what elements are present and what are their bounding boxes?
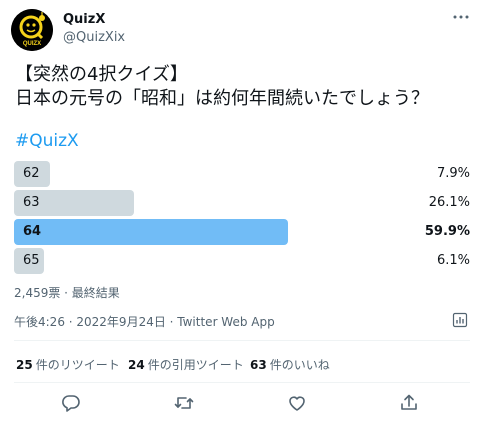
author-handle[interactable]: @QuizXix — [63, 30, 125, 45]
poll-option-percent: 26.1% — [428, 195, 470, 210]
quizx-logo: QUIZX — [11, 9, 53, 51]
avatar[interactable]: QUIZX — [11, 9, 53, 51]
poll-bar — [14, 219, 288, 245]
share-icon[interactable] — [398, 392, 420, 414]
poll-option-label: 62 — [23, 166, 40, 181]
poll-option-winner: 64 59.9% — [14, 219, 472, 245]
reply-icon[interactable] — [60, 392, 82, 414]
retweet-icon[interactable] — [173, 392, 195, 414]
quotes-count: 24 — [128, 358, 145, 372]
quotes-stat[interactable]: 24 件の引用ツイート — [128, 356, 244, 373]
poll-option-label: 63 — [23, 195, 40, 210]
divider — [14, 382, 470, 383]
likes-label: 件のいいね — [269, 358, 330, 372]
likes-count: 63 — [250, 358, 267, 372]
hashtag-link[interactable]: #QuizX — [15, 131, 79, 151]
poll-option: 62 7.9% — [14, 161, 472, 187]
retweets-stat[interactable]: 25 件のリツイート — [16, 356, 120, 373]
poll-option-label: 65 — [23, 253, 40, 268]
poll-option-percent: 59.9% — [424, 224, 470, 239]
svg-text:QUIZX: QUIZX — [23, 41, 41, 47]
poll-option-label: 64 — [23, 224, 42, 239]
author-name[interactable]: QuizX — [63, 12, 105, 27]
retweets-count: 25 — [16, 358, 33, 372]
retweets-label: 件のリツイート — [35, 358, 120, 372]
tweet-text: 【突然の4択クイズ】 日本の元号の「昭和」は約何年間続いたでしょう？ — [15, 64, 429, 109]
poll-option-percent: 6.1% — [436, 253, 470, 268]
timestamp[interactable]: 午後4:26 · 2022年9月24日 · Twitter Web App — [14, 313, 275, 330]
poll-option-percent: 7.9% — [436, 166, 470, 181]
like-icon[interactable] — [286, 392, 308, 414]
poll-option: 65 6.1% — [14, 248, 472, 274]
more-icon[interactable] — [452, 8, 470, 30]
divider — [14, 340, 470, 341]
poll-option: 63 26.1% — [14, 190, 472, 216]
quotes-label: 件の引用ツイート — [147, 358, 244, 372]
likes-stat[interactable]: 63 件のいいね — [250, 356, 330, 373]
poll-meta: 2,459票 · 最終結果 — [14, 286, 120, 300]
analytics-icon[interactable] — [452, 312, 468, 328]
